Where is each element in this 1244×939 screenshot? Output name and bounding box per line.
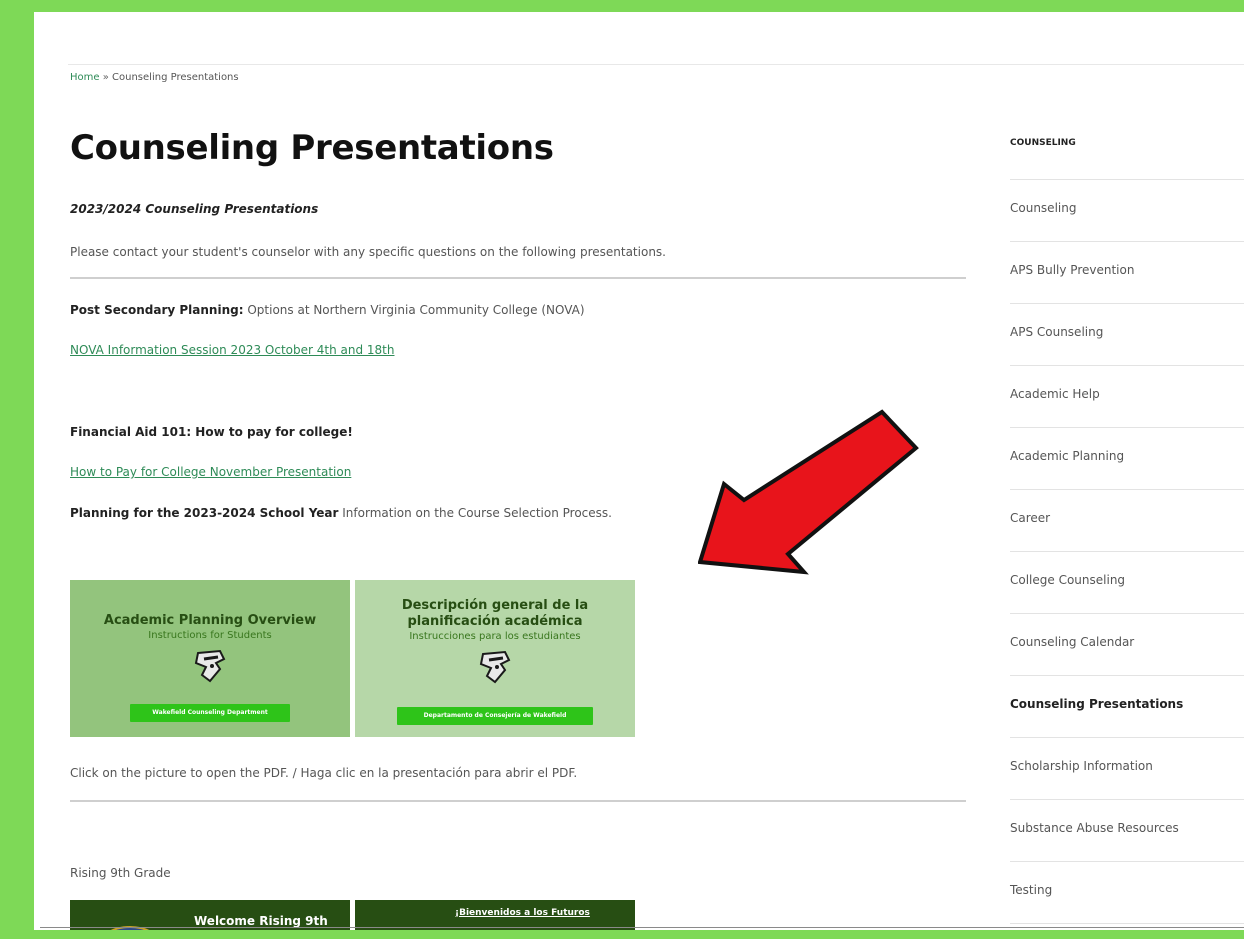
divider [70,277,966,279]
breadcrumb-home-link[interactable]: Home [70,72,100,83]
sidebar-item-substance-abuse-resources[interactable]: Substance Abuse Resources [1010,800,1244,862]
footer-divider [40,927,1244,928]
post-secondary-label: Post Secondary Planning: [70,303,244,317]
department-label: Departamento de Consejería de Wakefield [397,707,593,725]
tile-subtitle: Instrucciones para los estudiantes [409,631,581,642]
sidebar-item-aps-bully-prevention[interactable]: APS Bully Prevention [1010,242,1244,304]
intro-text: Please contact your student's counselor … [70,245,666,259]
sidebar-item-counseling-presentations[interactable]: Counseling Presentations [1010,676,1244,738]
tile-title: Welcome Rising 9th [194,914,328,928]
rising-9th-heading: Rising 9th Grade [70,866,171,880]
breadcrumb: Home » Counseling Presentations [70,72,239,83]
planning-text: Information on the Course Selection Proc… [338,506,612,520]
page-title: Counseling Presentations [70,128,554,168]
sidebar-item-academic-help[interactable]: Academic Help [1010,366,1244,428]
sidebar-item-college-counseling[interactable]: College Counseling [1010,552,1244,614]
sidebar-item-career[interactable]: Career [1010,490,1244,552]
academic-planning-tile-en[interactable]: Academic Planning Overview Instructions … [70,580,350,737]
financial-aid-heading: Financial Aid 101: How to pay for colleg… [70,425,353,439]
page: Home » Counseling Presentations Counseli… [34,12,1244,930]
nova-session-link[interactable]: NOVA Information Session 2023 October 4t… [70,343,394,357]
department-label: Wakefield Counseling Department [130,704,290,722]
header-divider [68,64,1244,65]
tile-title: Descripción general de la planificación … [401,598,589,629]
section-subtitle: 2023/2024 Counseling Presentations [70,202,319,216]
tile-title: ¡Bienvenidos a los Futuros [455,908,590,918]
sidebar-item-testing[interactable]: Testing [1010,862,1244,924]
tile-title: Academic Planning Overview [103,613,317,628]
post-secondary-text: Options at Northern Virginia Community C… [243,303,585,317]
mascot-icon [475,650,515,684]
sidebar-item-aps-counseling[interactable]: APS Counseling [1010,304,1244,366]
financial-aid-line: Financial Aid 101: How to pay for colleg… [70,425,353,439]
rising-9th-tile-es[interactable]: ¡Bienvenidos a los Futuros [355,900,635,930]
mascot-icon [190,649,230,683]
sidebar-nav: COUNSELING Counseling APS Bully Preventi… [1010,124,1244,924]
breadcrumb-current: Counseling Presentations [112,72,239,83]
sidebar-item-counseling[interactable]: Counseling [1010,180,1244,242]
planning-label: Planning for the 2023-2024 School Year [70,506,339,520]
rising-9th-tile-en[interactable]: Welcome Rising 9th [70,900,350,930]
sidebar-item-scholarship-information[interactable]: Scholarship Information [1010,738,1244,800]
click-instructions: Click on the picture to open the PDF. / … [70,766,578,780]
sidebar-item-academic-planning[interactable]: Academic Planning [1010,428,1244,490]
academic-planning-tile-es[interactable]: Descripción general de la planificación … [355,580,635,737]
tile-subtitle: Instructions for Students [148,630,272,641]
breadcrumb-separator: » [102,72,109,83]
post-secondary-line: Post Secondary Planning: Options at Nort… [70,303,585,317]
divider [70,800,966,802]
red-arrow-icon [697,404,928,598]
sidebar-item-counseling-calendar[interactable]: Counseling Calendar [1010,614,1244,676]
planning-line: Planning for the 2023-2024 School Year I… [70,506,612,520]
sidebar-heading: COUNSELING [1010,124,1244,180]
pay-for-college-link[interactable]: How to Pay for College November Presenta… [70,465,351,479]
